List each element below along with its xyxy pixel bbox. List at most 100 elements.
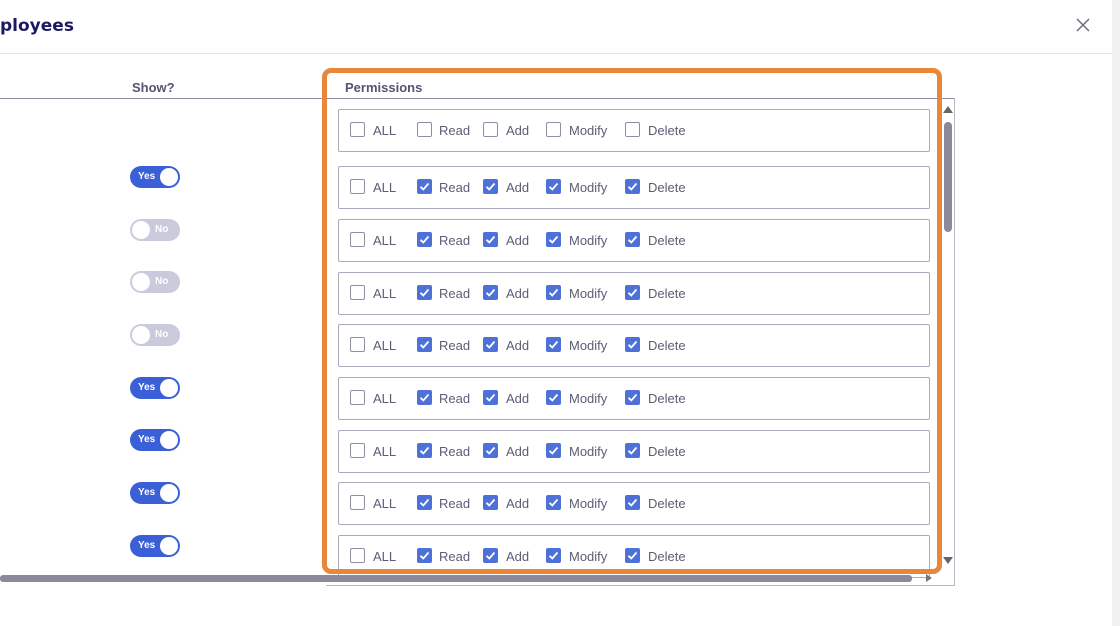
show-toggle[interactable]: No	[130, 324, 180, 346]
checkbox-label-delete[interactable]: Delete	[648, 496, 686, 511]
close-icon[interactable]	[1072, 14, 1094, 36]
checkbox-label-read[interactable]: Read	[439, 180, 470, 195]
checkbox-label-read[interactable]: Read	[439, 549, 470, 564]
checkbox-delete[interactable]	[625, 122, 640, 137]
checkbox-modify[interactable]	[546, 337, 561, 352]
checkbox-all[interactable]	[350, 443, 365, 458]
checkbox-label-modify[interactable]: Modify	[569, 444, 607, 459]
checkbox-label-read[interactable]: Read	[439, 444, 470, 459]
checkbox-label-read[interactable]: Read	[439, 496, 470, 511]
checkbox-label-read[interactable]: Read	[439, 338, 470, 353]
checkbox-label-delete[interactable]: Delete	[648, 549, 686, 564]
show-toggle[interactable]: No	[130, 219, 180, 241]
checkbox-label-modify[interactable]: Modify	[569, 233, 607, 248]
checkbox-label-all[interactable]: ALL	[373, 444, 396, 459]
checkbox-all[interactable]	[350, 122, 365, 137]
checkbox-read[interactable]	[417, 122, 432, 137]
checkbox-label-delete[interactable]: Delete	[648, 286, 686, 301]
checkbox-label-add[interactable]: Add	[506, 391, 529, 406]
checkbox-label-all[interactable]: ALL	[373, 286, 396, 301]
checkbox-read[interactable]	[417, 390, 432, 405]
checkbox-add[interactable]	[483, 232, 498, 247]
checkbox-delete[interactable]	[625, 232, 640, 247]
checkbox-delete[interactable]	[625, 337, 640, 352]
checkbox-label-add[interactable]: Add	[506, 180, 529, 195]
checkbox-add[interactable]	[483, 443, 498, 458]
checkbox-read[interactable]	[417, 285, 432, 300]
checkbox-label-add[interactable]: Add	[506, 338, 529, 353]
checkbox-label-modify[interactable]: Modify	[569, 180, 607, 195]
checkbox-delete[interactable]	[625, 443, 640, 458]
show-toggle[interactable]: Yes	[130, 482, 180, 504]
checkbox-add[interactable]	[483, 548, 498, 563]
checkbox-label-all[interactable]: ALL	[373, 549, 396, 564]
checkbox-delete[interactable]	[625, 390, 640, 405]
checkbox-add[interactable]	[483, 179, 498, 194]
checkbox-all[interactable]	[350, 337, 365, 352]
checkbox-label-add[interactable]: Add	[506, 549, 529, 564]
scroll-down-icon[interactable]	[943, 557, 953, 564]
checkbox-modify[interactable]	[546, 122, 561, 137]
checkbox-label-add[interactable]: Add	[506, 496, 529, 511]
checkbox-modify[interactable]	[546, 390, 561, 405]
checkbox-read[interactable]	[417, 548, 432, 563]
checkbox-label-read[interactable]: Read	[439, 391, 470, 406]
checkbox-label-read[interactable]: Read	[439, 123, 470, 138]
checkbox-read[interactable]	[417, 443, 432, 458]
checkbox-label-delete[interactable]: Delete	[648, 233, 686, 248]
checkbox-label-modify[interactable]: Modify	[569, 123, 607, 138]
checkbox-add[interactable]	[483, 495, 498, 510]
checkbox-all[interactable]	[350, 179, 365, 194]
checkbox-label-read[interactable]: Read	[439, 286, 470, 301]
checkbox-modify[interactable]	[546, 179, 561, 194]
checkbox-label-all[interactable]: ALL	[373, 496, 396, 511]
checkbox-all[interactable]	[350, 232, 365, 247]
checkbox-all[interactable]	[350, 285, 365, 300]
checkbox-modify[interactable]	[546, 285, 561, 300]
checkbox-label-all[interactable]: ALL	[373, 338, 396, 353]
checkbox-label-modify[interactable]: Modify	[569, 338, 607, 353]
vertical-scroll-thumb[interactable]	[944, 122, 952, 232]
checkbox-label-all[interactable]: ALL	[373, 180, 396, 195]
checkbox-label-modify[interactable]: Modify	[569, 496, 607, 511]
checkbox-read[interactable]	[417, 179, 432, 194]
checkbox-label-delete[interactable]: Delete	[648, 123, 686, 138]
checkbox-delete[interactable]	[625, 179, 640, 194]
checkbox-label-read[interactable]: Read	[439, 233, 470, 248]
checkbox-modify[interactable]	[546, 443, 561, 458]
checkbox-label-add[interactable]: Add	[506, 123, 529, 138]
checkbox-label-all[interactable]: ALL	[373, 391, 396, 406]
show-toggle[interactable]: Yes	[130, 166, 180, 188]
checkbox-add[interactable]	[483, 390, 498, 405]
checkbox-read[interactable]	[417, 337, 432, 352]
checkbox-label-add[interactable]: Add	[506, 286, 529, 301]
scroll-up-icon[interactable]	[943, 106, 953, 113]
checkbox-label-delete[interactable]: Delete	[648, 444, 686, 459]
checkbox-label-delete[interactable]: Delete	[648, 180, 686, 195]
checkbox-modify[interactable]	[546, 548, 561, 563]
show-toggle[interactable]: Yes	[130, 535, 180, 557]
show-toggle[interactable]: Yes	[130, 429, 180, 451]
checkbox-label-modify[interactable]: Modify	[569, 549, 607, 564]
checkbox-read[interactable]	[417, 495, 432, 510]
checkbox-delete[interactable]	[625, 548, 640, 563]
checkbox-read[interactable]	[417, 232, 432, 247]
checkbox-label-modify[interactable]: Modify	[569, 286, 607, 301]
checkbox-label-delete[interactable]: Delete	[648, 391, 686, 406]
checkbox-add[interactable]	[483, 122, 498, 137]
checkbox-label-modify[interactable]: Modify	[569, 391, 607, 406]
checkbox-modify[interactable]	[546, 232, 561, 247]
checkbox-label-delete[interactable]: Delete	[648, 338, 686, 353]
horizontal-scroll-thumb[interactable]	[0, 575, 912, 582]
checkbox-label-add[interactable]: Add	[506, 233, 529, 248]
show-toggle[interactable]: No	[130, 271, 180, 293]
checkbox-add[interactable]	[483, 337, 498, 352]
checkbox-all[interactable]	[350, 390, 365, 405]
checkbox-label-all[interactable]: ALL	[373, 233, 396, 248]
show-toggle[interactable]: Yes	[130, 377, 180, 399]
checkbox-delete[interactable]	[625, 495, 640, 510]
checkbox-delete[interactable]	[625, 285, 640, 300]
checkbox-all[interactable]	[350, 495, 365, 510]
checkbox-all[interactable]	[350, 548, 365, 563]
checkbox-label-add[interactable]: Add	[506, 444, 529, 459]
